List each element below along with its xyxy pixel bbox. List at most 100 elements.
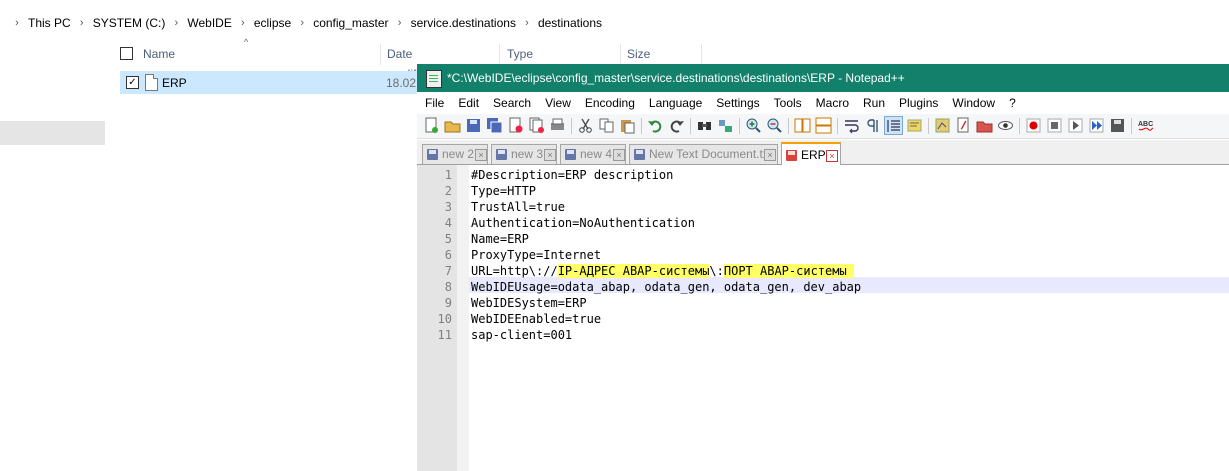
function-list-icon[interactable] bbox=[955, 117, 972, 134]
menu-file[interactable]: File bbox=[417, 92, 450, 114]
breadcrumb-item-webide[interactable]: WebIDE bbox=[187, 16, 231, 30]
code-line[interactable]: ProxyType=Internet bbox=[471, 247, 601, 263]
print-icon[interactable] bbox=[549, 117, 566, 134]
close-all-icon[interactable] bbox=[528, 117, 545, 134]
column-header-size[interactable]: Size bbox=[627, 44, 650, 64]
menu-plugins[interactable]: Plugins bbox=[891, 92, 944, 114]
menu-tools[interactable]: Tools bbox=[766, 92, 808, 114]
file-row[interactable]: ✓ ERP 18.02. bbox=[120, 71, 440, 94]
menu-encoding[interactable]: Encoding bbox=[577, 92, 641, 114]
undo-icon[interactable] bbox=[647, 117, 664, 134]
tab-new-text-document[interactable]: New Text Document.txt × bbox=[629, 144, 778, 164]
tab-new-2[interactable]: new 2 × bbox=[422, 144, 488, 164]
code-line[interactable]: Type=HTTP bbox=[471, 183, 536, 199]
column-divider[interactable] bbox=[380, 44, 381, 65]
zoom-out-icon[interactable] bbox=[766, 117, 783, 134]
breadcrumb-item-this-pc[interactable]: This PC bbox=[28, 16, 71, 30]
chevron-right-icon[interactable]: › bbox=[6, 17, 28, 29]
toolbar-separator bbox=[788, 118, 789, 134]
column-header-date-modified[interactable]: Date modified bbox=[387, 44, 432, 81]
explorer-navigation-pane[interactable] bbox=[0, 38, 106, 471]
breadcrumb-item-system-c[interactable]: SYSTEM (C:) bbox=[93, 16, 166, 30]
menu-settings[interactable]: Settings bbox=[708, 92, 765, 114]
window-title-bar[interactable]: *C:\WebIDE\eclipse\config_master\service… bbox=[417, 64, 1229, 92]
sync-vertical-icon[interactable] bbox=[794, 117, 811, 134]
column-divider[interactable] bbox=[701, 44, 702, 65]
chevron-right-icon[interactable]: › bbox=[389, 17, 411, 29]
record-macro-icon[interactable] bbox=[1025, 117, 1042, 134]
column-header-name[interactable]: Name bbox=[143, 44, 175, 64]
sync-horizontal-icon[interactable] bbox=[815, 117, 832, 134]
breadcrumb-item-destinations[interactable]: destinations bbox=[538, 16, 602, 30]
code-line[interactable]: WebIDESystem=ERP bbox=[471, 295, 587, 311]
stop-macro-icon[interactable] bbox=[1046, 117, 1063, 134]
copy-icon[interactable] bbox=[598, 117, 615, 134]
word-wrap-icon[interactable] bbox=[843, 117, 860, 134]
chevron-right-icon[interactable]: › bbox=[71, 17, 93, 29]
column-divider[interactable] bbox=[620, 44, 621, 65]
menu-help[interactable]: ? bbox=[1001, 92, 1022, 114]
paste-icon[interactable] bbox=[619, 117, 636, 134]
redo-icon[interactable] bbox=[668, 117, 685, 134]
breadcrumb-item-eclipse[interactable]: eclipse bbox=[254, 16, 291, 30]
text-editor[interactable]: 1 2 3 4 5 6 7 8 9 10 11 #Description=ERP… bbox=[417, 165, 1229, 471]
new-file-icon[interactable] bbox=[423, 117, 440, 134]
save-all-icon[interactable] bbox=[486, 117, 503, 134]
breadcrumb-item-config-master[interactable]: config_master bbox=[313, 16, 388, 30]
explorer-address-bar[interactable]: › This PC › SYSTEM (C:) › WebIDE › eclip… bbox=[0, 0, 1229, 38]
show-all-characters-icon[interactable] bbox=[864, 117, 881, 134]
menu-run[interactable]: Run bbox=[855, 92, 891, 114]
code-line[interactable]: WebIDEUsage=odata_abap, odata_gen, odata… bbox=[471, 279, 861, 295]
code-line[interactable]: WebIDEEnabled=true bbox=[471, 311, 601, 327]
tab-erp[interactable]: ERP × bbox=[781, 142, 841, 165]
code-line[interactable]: Authentication=NoAuthentication bbox=[471, 215, 695, 231]
open-folder-icon[interactable] bbox=[444, 117, 461, 134]
fold-margin[interactable] bbox=[457, 165, 469, 471]
menu-view[interactable]: View bbox=[537, 92, 577, 114]
close-tab-icon[interactable]: × bbox=[764, 149, 776, 161]
code-line[interactable]: TrustAll=true bbox=[471, 199, 565, 215]
chevron-right-icon[interactable]: › bbox=[516, 17, 538, 29]
user-defined-language-icon[interactable] bbox=[906, 117, 923, 134]
close-tab-icon[interactable]: × bbox=[613, 149, 625, 161]
close-tab-icon[interactable]: × bbox=[826, 150, 838, 162]
file-checkbox[interactable]: ✓ bbox=[126, 76, 139, 89]
monitoring-icon[interactable] bbox=[997, 117, 1014, 134]
close-tab-icon[interactable]: × bbox=[475, 149, 487, 161]
close-tab-icon[interactable]: × bbox=[544, 149, 556, 161]
document-map-icon[interactable] bbox=[934, 117, 951, 134]
line-number: 3 bbox=[444, 200, 452, 214]
save-icon[interactable] bbox=[465, 117, 482, 134]
code-line[interactable]: #Description=ERP description bbox=[471, 167, 673, 183]
tab-new-4[interactable]: new 4 × bbox=[560, 144, 626, 164]
breadcrumb-item-service-destinations[interactable]: service.destinations bbox=[411, 16, 516, 30]
play-macro-icon[interactable] bbox=[1067, 117, 1084, 134]
menu-search[interactable]: Search bbox=[485, 92, 537, 114]
run-macro-multiple-icon[interactable] bbox=[1088, 117, 1105, 134]
chevron-right-icon[interactable]: › bbox=[291, 17, 313, 29]
notepad-app-icon[interactable] bbox=[426, 70, 442, 88]
select-all-checkbox[interactable] bbox=[120, 47, 133, 60]
find-icon[interactable] bbox=[696, 117, 713, 134]
spell-check-icon[interactable]: ABC bbox=[1137, 117, 1154, 134]
close-file-icon[interactable] bbox=[507, 117, 524, 134]
code-line[interactable]: sap-client=001 bbox=[471, 327, 572, 343]
column-header-type[interactable]: Type bbox=[507, 44, 533, 64]
tab-new-3[interactable]: new 3 × bbox=[491, 144, 557, 164]
menu-edit[interactable]: Edit bbox=[450, 92, 485, 114]
menu-window[interactable]: Window bbox=[944, 92, 1001, 114]
folder-as-workspace-icon[interactable] bbox=[976, 117, 993, 134]
indent-guide-icon[interactable] bbox=[884, 116, 903, 135]
zoom-in-icon[interactable] bbox=[745, 117, 762, 134]
chevron-right-icon[interactable]: › bbox=[232, 17, 254, 29]
save-macro-icon[interactable] bbox=[1109, 117, 1126, 134]
column-divider[interactable] bbox=[499, 44, 500, 65]
code-line[interactable]: Name=ERP bbox=[471, 231, 529, 247]
find-replace-icon[interactable] bbox=[717, 117, 734, 134]
menu-language[interactable]: Language bbox=[641, 92, 708, 114]
menu-macro[interactable]: Macro bbox=[808, 92, 855, 114]
chevron-right-icon[interactable]: › bbox=[165, 17, 187, 29]
navigation-selected-item[interactable] bbox=[0, 121, 105, 145]
code-line-url[interactable]: URL=http\://IP-АДРЕС ABAP-системы\:ПОРТ … bbox=[471, 263, 854, 279]
cut-icon[interactable] bbox=[577, 117, 594, 134]
